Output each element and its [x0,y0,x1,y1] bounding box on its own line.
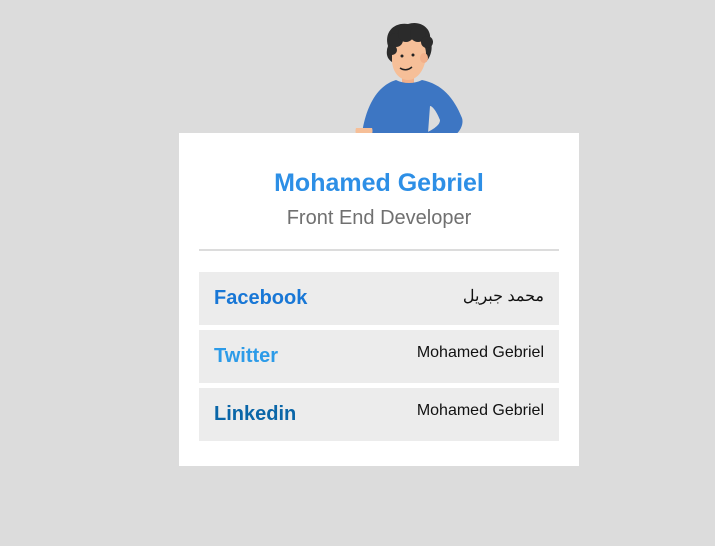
social-links-list: Facebook محمد جبريل Twitter Mohamed Gebr… [199,272,559,446]
profile-role: Front End Developer [286,207,472,229]
linkedin-link-row[interactable]: Linkedin Mohamed Gebriel [199,388,559,441]
twitter-link[interactable]: Twitter [214,345,278,368]
profile-name: Mohamed Gebriel [274,169,484,197]
divider [199,249,559,251]
twitter-handle: Mohamed Gebriel [416,344,544,361]
facebook-link[interactable]: Facebook [214,287,307,310]
linkedin-link[interactable]: Linkedin [214,403,296,426]
twitter-link-row[interactable]: Twitter Mohamed Gebriel [199,330,559,383]
linkedin-handle: Mohamed Gebriel [416,402,544,419]
facebook-link-row[interactable]: Facebook محمد جبريل [199,272,559,325]
profile-card: Mohamed Gebriel Front End Developer Face… [179,133,579,466]
facebook-handle: محمد جبريل [462,288,544,305]
